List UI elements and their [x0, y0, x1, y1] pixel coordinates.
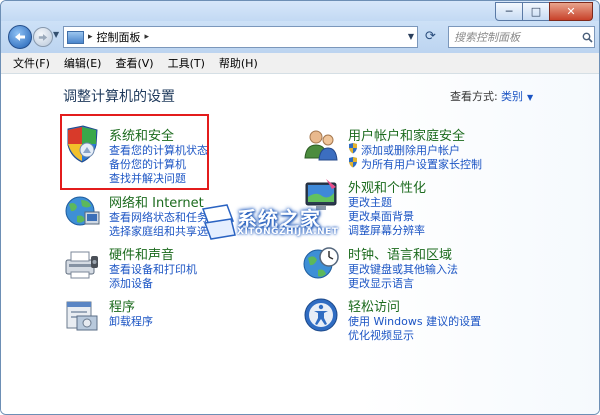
breadcrumb-separator-2[interactable]: ▸ [145, 32, 150, 42]
link-optimize-video[interactable]: 优化视频显示 [348, 327, 414, 343]
link-add-device[interactable]: 添加设备 [109, 275, 153, 291]
link-parental-controls[interactable]: 为所有用户设置家长控制 [361, 156, 482, 172]
search-input[interactable]: 搜索控制面板 [454, 29, 580, 45]
control-panel-window: ─ □ ✕ ▼ ▸ 控制面板 ▸ ▼ ⟳ 搜索控制面板 文件(F) 编辑(E) … [0, 0, 600, 415]
menu-edit[interactable]: 编辑(E) [64, 55, 102, 71]
arrow-left-icon [15, 33, 25, 41]
navigation-bar: ▼ ▸ 控制面板 ▸ ▼ ⟳ 搜索控制面板 [1, 21, 599, 53]
menu-file[interactable]: 文件(F) [13, 55, 50, 71]
recent-pages-dropdown-icon[interactable]: ▼ [53, 30, 59, 39]
menu-help[interactable]: 帮助(H) [219, 55, 258, 71]
page-title: 调整计算机的设置 [63, 89, 175, 105]
uac-shield-icon [349, 157, 357, 168]
menu-tools[interactable]: 工具(T) [168, 55, 205, 71]
address-dropdown-icon[interactable]: ▼ [408, 32, 414, 41]
search-icon[interactable] [580, 32, 594, 43]
watermark-subtext: XITONGZHIJIA.NET [237, 227, 339, 237]
chevron-down-icon[interactable]: ▼ [527, 93, 533, 102]
view-by-dropdown[interactable]: 类别 ▼ [501, 88, 533, 104]
menu-bar: 文件(F) 编辑(E) 查看(V) 工具(T) 帮助(H) [1, 53, 599, 74]
view-by-value[interactable]: 类别 [501, 90, 523, 103]
breadcrumb-separator[interactable]: ▸ [88, 32, 93, 42]
network-internet-icon [65, 196, 100, 226]
minimize-button[interactable]: ─ [495, 2, 523, 21]
control-panel-icon [67, 30, 84, 44]
view-by-label: 查看方式: [450, 90, 498, 103]
ease-of-access-icon [304, 298, 338, 332]
maximize-button[interactable]: □ [522, 2, 550, 21]
arrow-right-icon [38, 33, 48, 41]
forward-button[interactable] [33, 27, 53, 47]
user-accounts-icon [304, 130, 338, 161]
back-button[interactable] [8, 25, 32, 49]
close-button[interactable]: ✕ [549, 2, 593, 21]
clock-language-icon [303, 247, 339, 279]
refresh-icon[interactable]: ⟳ [425, 29, 436, 44]
link-change-display-language[interactable]: 更改显示语言 [348, 275, 414, 291]
link-screen-resolution[interactable]: 调整屏幕分辨率 [348, 222, 425, 238]
window-controls: ─ □ ✕ [495, 2, 593, 21]
hardware-sound-icon [65, 251, 98, 279]
highlight-box [60, 114, 209, 190]
search-box[interactable]: 搜索控制面板 [448, 26, 595, 48]
uac-shield-icon [349, 143, 357, 154]
address-bar[interactable]: ▸ 控制面板 ▸ ▼ [63, 26, 418, 48]
programs-icon [66, 301, 98, 331]
link-uninstall-program[interactable]: 卸载程序 [109, 313, 153, 329]
breadcrumb-control-panel[interactable]: 控制面板 [97, 29, 141, 45]
menu-view[interactable]: 查看(V) [115, 55, 153, 71]
